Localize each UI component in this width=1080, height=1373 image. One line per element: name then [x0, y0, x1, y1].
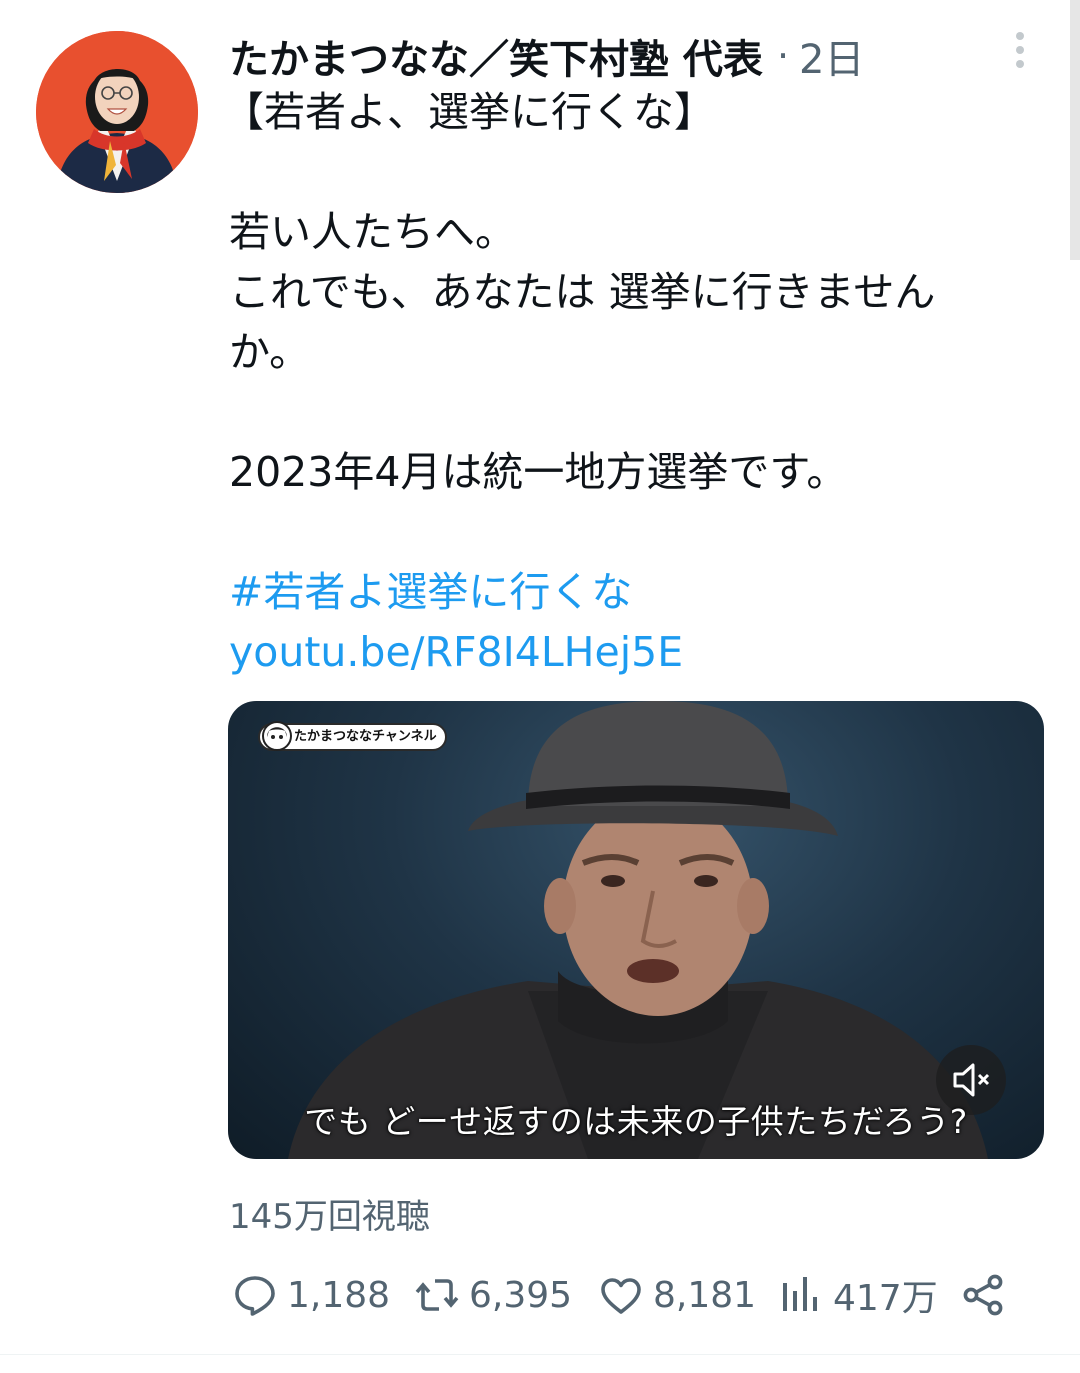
views-icon — [783, 1277, 817, 1311]
reply-count: 1,188 — [287, 1274, 391, 1316]
share-button[interactable] — [959, 1265, 1007, 1325]
tweet-header: たかまつなな／笑下村塾 代表 · 2日 — [229, 26, 864, 86]
reply-button[interactable]: 1,188 — [231, 1265, 390, 1325]
tweet-text-line: これでも、あなたは 選挙に行きません — [229, 268, 936, 316]
view-count: 145万回視聴 — [229, 1197, 430, 1237]
action-bar: 1,188 6,395 8,181 417万 — [229, 1265, 1019, 1325]
tweet-text: 【若者よ、選挙に行くな】 若い人たちへ。 これでも、あなたは 選挙に行きません … — [223, 82, 1029, 682]
tweet-text-line: 2023年4月は統一地方選挙です。 — [229, 448, 848, 496]
author-name[interactable]: たかまつなな／笑下村塾 代表 — [229, 27, 763, 85]
header-separator: · — [776, 34, 790, 78]
scrollbar[interactable] — [1070, 0, 1080, 260]
video-player[interactable]: たかまつななチャンネル でも どーせ返すのは未来の子供たちだろう? — [228, 701, 1044, 1159]
tweet-text-line: か。 — [229, 328, 311, 376]
tweet-text-line: 若い人たちへ。 — [229, 208, 516, 256]
reply-icon — [235, 1276, 275, 1316]
hashtag-link[interactable]: #若者よ選挙に行くな — [229, 562, 1029, 622]
tweet-text-line: 【若者よ、選挙に行くな】 — [223, 88, 715, 136]
like-count: 8,181 — [653, 1274, 757, 1316]
divider — [0, 1354, 1080, 1355]
retweet-icon — [415, 1279, 459, 1311]
more-options-button[interactable] — [998, 28, 1042, 72]
like-button[interactable]: 8,181 — [597, 1265, 756, 1325]
more-vertical-icon — [1016, 32, 1024, 68]
youtube-link[interactable]: youtu.be/RF8I4LHej5E — [229, 622, 1029, 682]
video-frame — [288, 701, 988, 1159]
video-subtitle: でも どーせ返すのは未来の子供たちだろう? — [304, 1102, 968, 1141]
views-count: 417万 — [833, 1278, 938, 1319]
mute-icon — [953, 1063, 990, 1097]
retweet-button[interactable]: 6,395 — [413, 1265, 572, 1325]
avatar[interactable] — [36, 31, 198, 193]
views-button[interactable]: 417万 — [777, 1265, 938, 1325]
channel-logo-icon — [262, 721, 292, 751]
channel-badge-text: たかまつななチャンネル — [294, 729, 437, 744]
share-icon — [963, 1274, 1003, 1316]
tweet-timestamp[interactable]: 2日 — [799, 27, 864, 85]
channel-badge: たかまつななチャンネル — [258, 721, 447, 751]
retweet-count: 6,395 — [469, 1274, 573, 1316]
like-icon — [601, 1278, 641, 1314]
